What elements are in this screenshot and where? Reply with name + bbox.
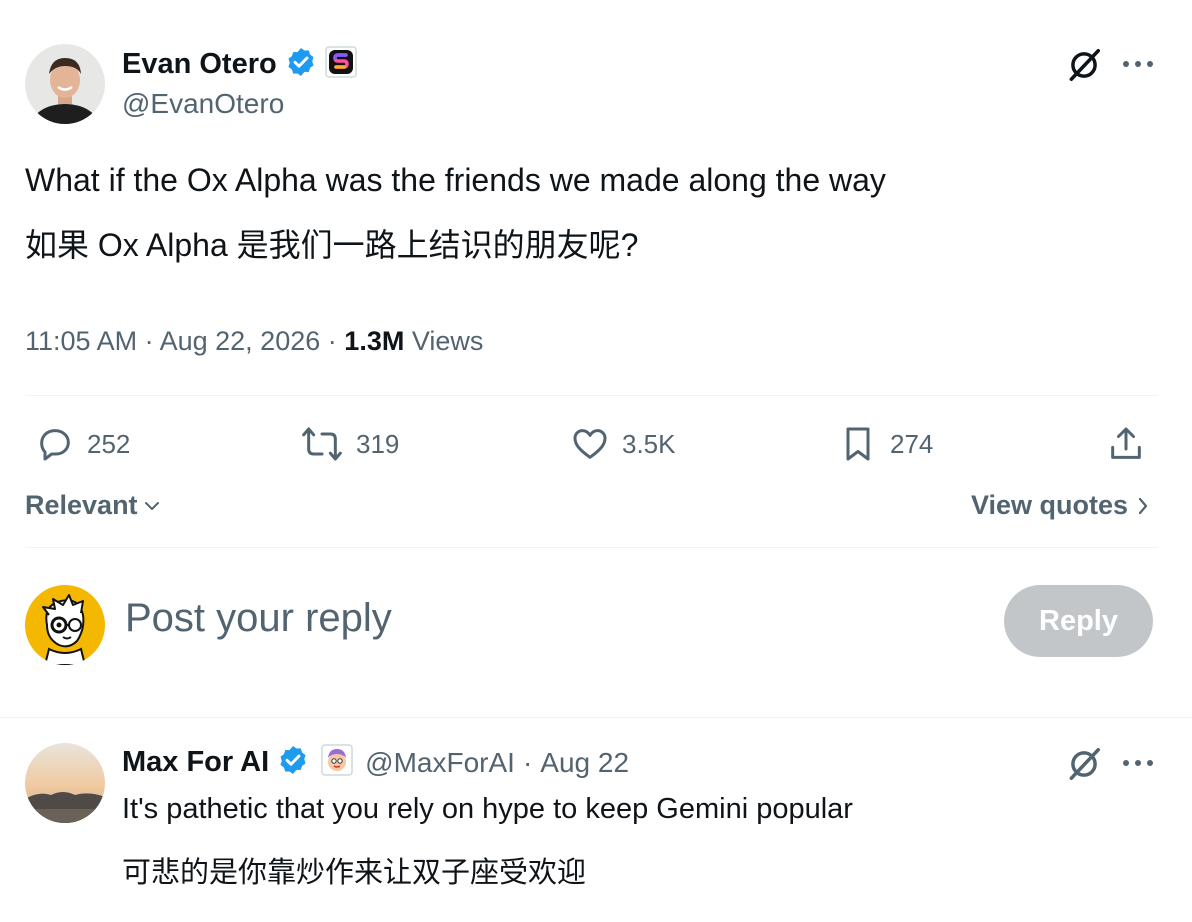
author-avatar[interactable] [25, 44, 105, 124]
bookmark-action[interactable]: 274 [838, 420, 933, 468]
reply-input[interactable]: Post your reply [125, 596, 392, 641]
repost-icon [302, 427, 342, 461]
reply-author-avatar[interactable] [25, 743, 105, 823]
author-name[interactable]: Evan Otero [122, 48, 277, 81]
more-icon[interactable] [1118, 46, 1158, 82]
reply-count: 252 [87, 428, 131, 459]
verified-badge-icon[interactable] [285, 46, 317, 83]
more-icon[interactable] [1118, 745, 1158, 781]
reply-text-en: It's pathetic that you rely on hype to k… [122, 793, 853, 825]
tweet-meta: 11:05 AM · Aug 22, 2026 · 1.3M Views [25, 326, 483, 357]
divider [25, 395, 1158, 396]
bookmark-count: 274 [890, 428, 934, 459]
reply-header: Max For AI @MaxForAI · Aug 22 [122, 744, 629, 781]
bookmark-icon [846, 427, 870, 461]
meta-separator: · [327, 326, 337, 356]
repost-count: 319 [356, 428, 400, 459]
tweet-text-zh: 如果 Ox Alpha 是我们一路上结识的朋友呢? [25, 227, 639, 263]
share-icon [1111, 427, 1141, 459]
reply-author-handle[interactable]: @MaxForAI [365, 747, 515, 779]
current-user-avatar[interactable] [25, 585, 105, 665]
like-icon [573, 429, 607, 459]
reply-text-zh: 可悲的是你靠炒作来让双子座受欢迎 [122, 857, 587, 889]
sort-dropdown[interactable]: Relevant [25, 490, 162, 521]
view-quotes-label: View quotes [970, 490, 1128, 520]
meta-separator: · [144, 326, 154, 356]
like-count: 3.5K [622, 428, 676, 459]
tweet-text-en: What if the Ox Alpha was the friends we … [25, 162, 886, 198]
reply-icon [40, 429, 70, 461]
grok-icon[interactable] [1063, 44, 1105, 86]
like-action[interactable]: 3.5K [570, 420, 676, 468]
tweet-time[interactable]: 11:05 AM [25, 326, 137, 356]
sort-label: Relevant [25, 490, 138, 520]
divider [0, 717, 1192, 718]
emoji-badge-icon[interactable] [321, 744, 353, 781]
share-action[interactable] [1106, 420, 1146, 468]
tweet-date[interactable]: Aug 22, 2026 [160, 326, 321, 356]
repost-action[interactable]: 319 [300, 420, 399, 468]
chevron-right-icon [1138, 497, 1148, 514]
reply-button[interactable]: Reply [1004, 585, 1153, 657]
reply-author-name[interactable]: Max For AI [122, 746, 269, 779]
views-label: Views [411, 326, 484, 356]
divider [25, 547, 1158, 548]
view-quotes-link[interactable]: View quotes [971, 490, 1150, 521]
chevron-down-icon [144, 501, 159, 510]
author-row: Evan Otero [122, 46, 357, 83]
verified-badge-icon[interactable] [277, 744, 309, 781]
grok-icon[interactable] [1063, 743, 1105, 785]
reply-action[interactable]: 252 [35, 420, 130, 468]
app-badge-icon[interactable] [324, 46, 357, 83]
meta-separator: · [522, 746, 533, 778]
reply-date[interactable]: Aug 22 [540, 747, 629, 779]
author-handle[interactable]: @EvanOtero [122, 88, 284, 120]
views-count: 1.3M [344, 326, 405, 356]
